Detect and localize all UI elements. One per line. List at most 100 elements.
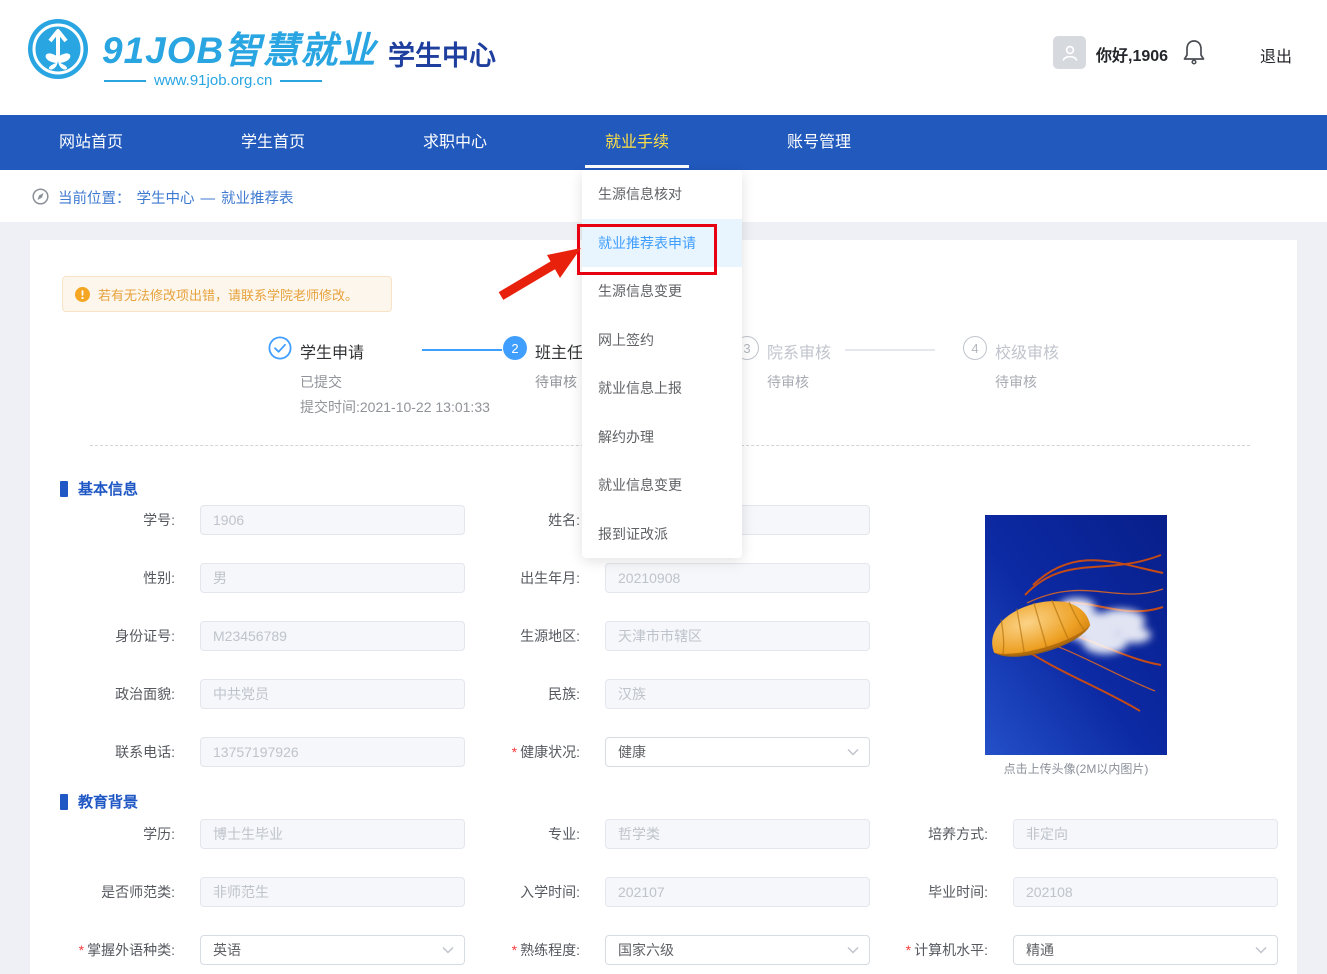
step1-label: 学生申请 xyxy=(300,339,364,363)
section-bullet xyxy=(60,794,68,810)
main-nav: 网站首页 学生首页 求职中心 就业手续 账号管理 xyxy=(0,115,1327,170)
menu-item-registration-card-reassign[interactable]: 报到证改派 xyxy=(582,510,742,559)
dash-right xyxy=(280,80,322,82)
field-label: 政治面貌: xyxy=(45,684,175,704)
field-degree: 学历: xyxy=(45,819,465,849)
field-label: *熟练程度: xyxy=(450,940,580,960)
menu-item-employment-info-change[interactable]: 就业信息变更 xyxy=(582,461,742,510)
menu-item-online-contract[interactable]: 网上签约 xyxy=(582,316,742,365)
logo-icon xyxy=(26,17,90,81)
field-graduate-time: 毕业时间: xyxy=(858,877,1278,907)
field-label: 入学时间: xyxy=(450,882,580,902)
required-mark: * xyxy=(512,942,517,958)
normal-school-input xyxy=(200,877,465,907)
select-value: 精通 xyxy=(1026,940,1054,960)
nav-item-student-home[interactable]: 学生首页 xyxy=(182,115,364,170)
breadcrumb-parent[interactable]: 学生中心 xyxy=(137,191,195,207)
field-label: *计算机水平: xyxy=(858,940,988,960)
nav-label: 账号管理 xyxy=(787,134,851,151)
step3-label: 院系审核 xyxy=(767,339,831,363)
compass-icon xyxy=(32,188,49,205)
label-text: 熟练程度: xyxy=(520,942,580,958)
field-label: 姓名: xyxy=(450,510,580,530)
step2-number: 2 xyxy=(503,336,527,360)
proficiency-select[interactable]: 国家六级 xyxy=(605,935,870,965)
menu-item-source-info-change[interactable]: 生源信息变更 xyxy=(582,267,742,316)
label-text: 生源地区: xyxy=(520,628,580,644)
field-training-mode: 培养方式: xyxy=(858,819,1278,849)
warning-text: 若有无法修改项出错，请联系学院老师修改。 xyxy=(98,285,358,304)
select-value: 英语 xyxy=(213,940,241,960)
label-text: 民族: xyxy=(548,686,580,702)
field-label: 联系电话: xyxy=(45,742,175,762)
ethnicity-input xyxy=(605,679,870,709)
step3-status: 待审核 xyxy=(767,372,809,392)
field-student-id: 学号: xyxy=(45,505,465,535)
label-text: 入学时间: xyxy=(520,884,580,900)
avatar-photo-jellyfish[interactable] xyxy=(985,515,1167,755)
menu-item-source-info-check[interactable]: 生源信息核对 xyxy=(582,170,742,219)
bell-icon[interactable] xyxy=(1182,39,1206,65)
active-tab-underline xyxy=(585,165,689,168)
label-text: 学号: xyxy=(143,512,175,528)
breadcrumb: 当前位置：学生中心—就业推荐表 xyxy=(58,187,300,208)
menu-item-employment-info-report[interactable]: 就业信息上报 xyxy=(582,364,742,413)
health-select[interactable]: 健康 xyxy=(605,737,870,767)
computer-level-select[interactable]: 精通 xyxy=(1013,935,1278,965)
step4-number: 4 xyxy=(963,336,987,360)
user-avatar[interactable] xyxy=(1053,36,1086,69)
training-mode-input xyxy=(1013,819,1278,849)
label-text: 健康状况: xyxy=(520,744,580,760)
required-mark: * xyxy=(79,942,84,958)
field-label: 学号: xyxy=(45,510,175,530)
breadcrumb-prefix: 当前位置： xyxy=(58,191,131,207)
field-label: 学历: xyxy=(45,824,175,844)
origin-region-input xyxy=(605,621,870,651)
field-phone: 联系电话: xyxy=(45,737,465,767)
nav-item-account[interactable]: 账号管理 xyxy=(728,115,910,170)
nav-label: 求职中心 xyxy=(423,134,487,151)
nav-item-employment-procedures[interactable]: 就业手续 xyxy=(546,115,728,170)
field-label: 专业: xyxy=(450,824,580,844)
logo-url: www.91job.org.cn xyxy=(104,72,322,89)
label-text: 身份证号: xyxy=(115,628,175,644)
birth-date-input xyxy=(605,563,870,593)
field-label: 是否师范类: xyxy=(45,882,175,902)
field-political-status: 政治面貌: xyxy=(45,679,465,709)
page: 91JOB智慧就业 www.91job.org.cn 学生中心 你好,1906 … xyxy=(0,0,1327,974)
nav-label: 网站首页 xyxy=(59,134,123,151)
gender-input xyxy=(200,563,465,593)
field-health: *健康状况: 健康 xyxy=(450,737,870,767)
menu-item-contract-termination[interactable]: 解约办理 xyxy=(582,413,742,462)
chevron-down-icon xyxy=(847,748,859,756)
student-id-input xyxy=(200,505,465,535)
section-education: 教育背景 xyxy=(60,791,138,812)
required-mark: * xyxy=(906,942,911,958)
select-value: 健康 xyxy=(618,742,646,762)
chevron-down-icon xyxy=(1255,946,1267,954)
field-label: *健康状况: xyxy=(450,742,580,762)
logout-button[interactable]: 退出 xyxy=(1260,43,1292,67)
header: 91JOB智慧就业 www.91job.org.cn 学生中心 你好,1906 … xyxy=(0,0,1327,115)
nav-label: 就业手续 xyxy=(605,134,669,151)
label-text: 掌握外语种类: xyxy=(87,942,175,958)
step-connector-todo xyxy=(845,349,935,351)
menu-item-recommendation-form-apply[interactable]: 就业推荐表申请 xyxy=(582,219,742,268)
major-input xyxy=(605,819,870,849)
breadcrumb-separator: — xyxy=(201,191,216,207)
warning-banner: 若有无法修改项出错，请联系学院老师修改。 xyxy=(62,276,392,312)
id-number-input xyxy=(200,621,465,651)
field-foreign-language: *掌握外语种类: 英语 xyxy=(45,935,465,965)
field-label: 性别: xyxy=(45,568,175,588)
label-text: 培养方式: xyxy=(928,826,988,842)
required-mark: * xyxy=(512,744,517,760)
nav-item-home[interactable]: 网站首页 xyxy=(0,115,182,170)
nav-item-job-center[interactable]: 求职中心 xyxy=(364,115,546,170)
phone-input xyxy=(200,737,465,767)
political-status-input xyxy=(200,679,465,709)
upload-photo-caption[interactable]: 点击上传头像(2M以内图片) xyxy=(970,760,1182,777)
foreign-language-select[interactable]: 英语 xyxy=(200,935,465,965)
field-enroll-time: 入学时间: xyxy=(450,877,870,907)
nav-label: 学生首页 xyxy=(241,134,305,151)
step-connector-done xyxy=(422,349,502,351)
